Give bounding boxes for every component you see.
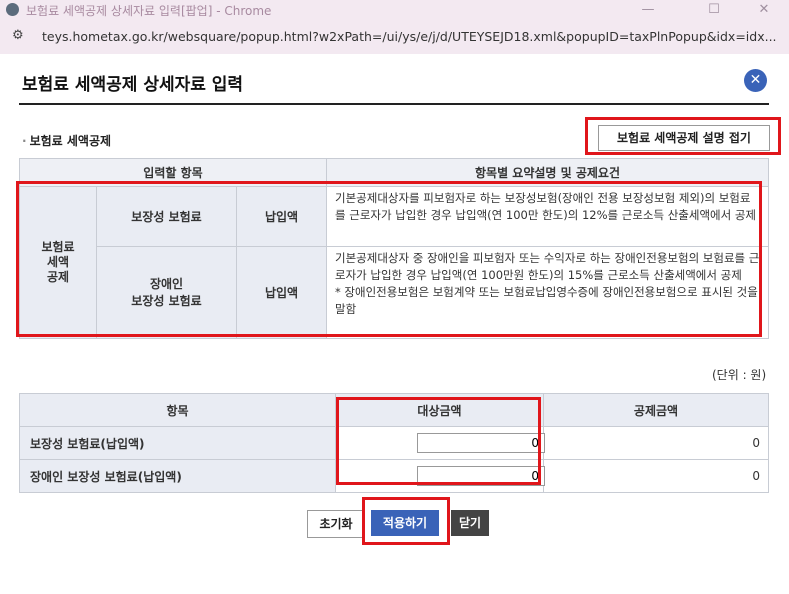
site-settings-icon[interactable]: ⚙	[12, 28, 24, 43]
info-header-desc: 항목별 요약설명 및 공제요건	[326, 158, 769, 187]
desc-cell: 기본공제대상자를 피보험자로 하는 보장성보험(장애인 전용 보장성보험 제외)…	[326, 186, 769, 247]
info-header-items: 입력할 항목	[19, 158, 327, 187]
close-button[interactable]: 닫기	[451, 510, 489, 536]
row-label: 장애인 보장성 보험료(납입액)	[19, 459, 336, 493]
section-label-text: 보험료 세액공제	[29, 134, 112, 148]
amount-table: 항목 대상금액 공제금액 보장성 보험료(납입액) 0 장애인 보장성 보험료(…	[19, 393, 769, 493]
unit-label: (단위 : 원)	[712, 368, 767, 382]
bullet-icon: ·	[22, 134, 27, 148]
type-cell: 납입액	[236, 186, 327, 247]
window-close-icon[interactable]: ✕	[744, 0, 784, 20]
amount-header-item: 항목	[19, 393, 336, 427]
type-cell: 납입액	[236, 246, 327, 339]
row-label: 보장성 보험료(납입액)	[19, 426, 336, 460]
desc-note: * 장애인전용보험은 보험계약 또는 보험료납입영수증에 장애인전용보험으로 표…	[335, 285, 758, 316]
maximize-icon[interactable]: ☐	[694, 0, 734, 20]
url-text[interactable]: teys.hometax.go.kr/websquare/popup.html?…	[42, 29, 777, 44]
deduction-amount: 0	[543, 459, 769, 493]
target-cell	[335, 459, 545, 493]
desc-cell: 기본공제대상자 중 장애인을 피보험자 또는 수익자로 하는 장애인전용보험의 …	[326, 246, 769, 339]
target-amount-input[interactable]	[417, 466, 545, 486]
fold-description-button[interactable]: 보험료 세액공제 설명 접기	[598, 125, 770, 151]
close-icon[interactable]: ✕	[744, 69, 767, 92]
address-bar[interactable]: ⚙ teys.hometax.go.kr/websquare/popup.htm…	[0, 20, 789, 54]
window-title: 보험료 세액공제 상세자료 입력[팝업] - Chrome	[26, 4, 272, 18]
target-amount-input[interactable]	[417, 433, 545, 453]
section-label: · 보험료 세액공제	[22, 132, 111, 149]
item-cell: 장애인 보장성 보험료	[96, 246, 237, 339]
info-table: 입력할 항목 항목별 요약설명 및 공제요건 보험료 세액 공제 보장성 보험료…	[19, 158, 769, 339]
popup-title: 보험료 세액공제 상세자료 입력	[22, 75, 244, 95]
table-row: 장애인 보장성 보험료(납입액) 0	[19, 459, 769, 493]
desc-text: 기본공제대상자 중 장애인을 피보험자 또는 수익자로 하는 장애인전용보험의 …	[335, 251, 760, 282]
amount-header-target: 대상금액	[335, 393, 544, 427]
item-cell: 보장성 보험료	[96, 186, 237, 247]
table-row: 보장성 보험료(납입액) 0	[19, 426, 769, 460]
divider	[19, 103, 769, 105]
reset-button[interactable]: 초기화	[307, 510, 365, 538]
amount-header-deduction: 공제금액	[543, 393, 769, 427]
apply-button[interactable]: 적용하기	[371, 510, 439, 536]
target-cell	[335, 426, 545, 460]
category-cell: 보험료 세액 공제	[19, 186, 97, 339]
window-titlebar: 보험료 세액공제 상세자료 입력[팝업] - Chrome — ☐ ✕	[0, 0, 789, 20]
minimize-icon[interactable]: —	[628, 0, 668, 20]
deduction-amount: 0	[543, 426, 769, 460]
chrome-icon	[6, 3, 19, 16]
